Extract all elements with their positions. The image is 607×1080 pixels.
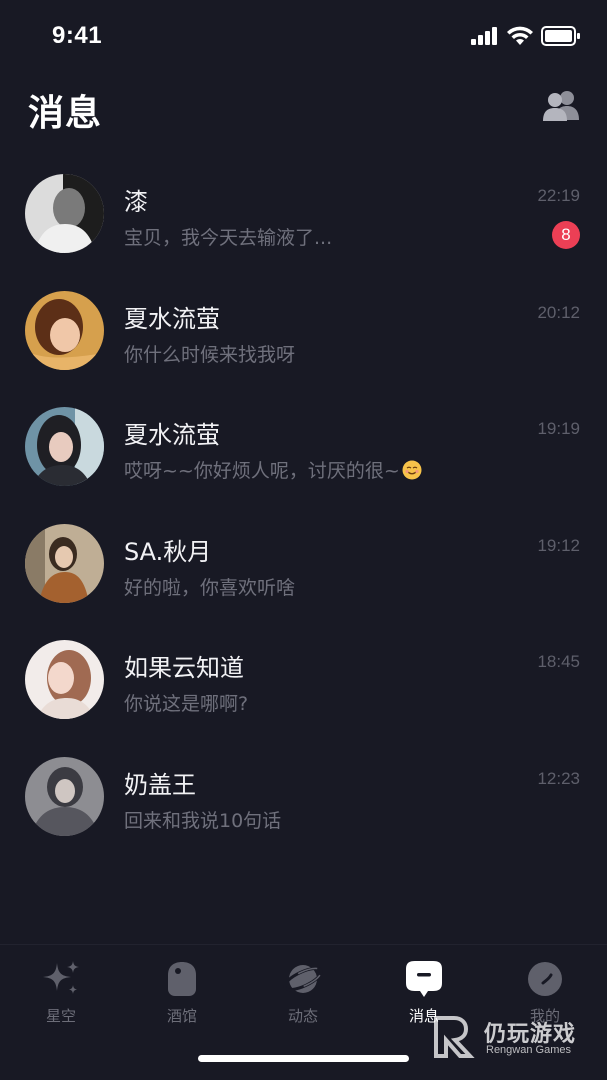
sparkle-icon: [43, 961, 79, 994]
conversation-time: 18:45: [537, 652, 580, 672]
tab-label: 星空: [45, 1007, 76, 1025]
conversation-preview: 回来和我说10句话: [124, 809, 282, 832]
conversation-item[interactable]: SA.秋月 好的啦，你喜欢听啥 19:12: [0, 505, 607, 622]
conversation-name: SA.秋月: [124, 537, 212, 566]
conversation-preview: 你说这是哪啊?: [124, 693, 249, 716]
tab-label: 酒馆: [166, 1007, 197, 1025]
tavern-icon: [168, 962, 196, 996]
conversation-item[interactable]: 夏水流萤 你什么时候来找我呀 20:12: [0, 272, 607, 389]
conversation-time: 12:23: [537, 768, 580, 788]
conversation-time: 20:12: [537, 302, 580, 322]
watermark: 仍玩游戏 Rengwan Games: [432, 1012, 602, 1062]
conversation-item[interactable]: 如果云知道 你说这是哪啊? 18:45: [0, 621, 607, 738]
tab-label: 动态: [287, 1007, 318, 1025]
conversation-name: 奶盖王: [124, 770, 196, 799]
conversation-name: 漆: [124, 188, 148, 216]
battery-icon: [541, 26, 580, 46]
avatar[interactable]: [25, 640, 104, 720]
unread-badge: 8: [552, 221, 580, 249]
home-indicator: [198, 1055, 409, 1062]
avatar[interactable]: [25, 756, 104, 836]
tab-xingkong[interactable]: 星空: [21, 957, 101, 1037]
avatar[interactable]: [25, 523, 104, 603]
avatar[interactable]: [25, 407, 104, 487]
profile-icon: [528, 962, 562, 996]
conversation-preview: 好的啦，你喜欢听啥: [124, 576, 296, 599]
header: 消息: [0, 80, 607, 140]
page-title: 消息: [28, 93, 103, 134]
conversation-item[interactable]: 漆 宝贝，我今天去输液了... 22:19 8: [0, 155, 607, 272]
message-icon: [406, 961, 442, 997]
conversation-preview: 宝贝，我今天去输液了...: [124, 227, 333, 249]
wifi-icon: [507, 26, 533, 45]
conversation-preview: 哎呀~~你好烦人呢，讨厌的很~: [124, 456, 422, 483]
people-icon: [543, 91, 579, 121]
conversation-item[interactable]: 奶盖王 回来和我说10句话 12:23: [0, 738, 607, 855]
conversation-name: 夏水流萤: [124, 304, 220, 333]
watermark-logo-icon: [434, 1016, 475, 1058]
conversation-name: 夏水流萤: [124, 421, 220, 450]
watermark-subtext: Rengwan Games: [486, 1044, 571, 1056]
tab-dongtai[interactable]: 动态: [263, 957, 343, 1037]
status-bar: 9:41: [0, 0, 607, 70]
smiling-face-icon: [402, 460, 422, 480]
conversation-time: 19:19: [537, 419, 580, 439]
conversation-item[interactable]: 夏水流萤 哎呀~~你好烦人呢，讨厌的很~ 19:19: [0, 388, 607, 505]
status-icons: [471, 26, 581, 46]
conversation-list: 漆 宝贝，我今天去输液了... 22:19 8 夏水流萤 你什么时候来找我呀 2…: [0, 155, 607, 855]
conversation-preview: 你什么时候来找我呀: [124, 343, 296, 366]
signal-icon: [471, 27, 497, 45]
conversation-time: 19:12: [537, 535, 580, 555]
conversation-name: 如果云知道: [124, 654, 244, 683]
contacts-button[interactable]: [541, 88, 581, 124]
conversation-time: 22:19: [537, 186, 580, 205]
avatar[interactable]: [25, 290, 104, 370]
planet-icon: [283, 965, 323, 993]
status-time: 9:41: [52, 22, 103, 49]
avatar[interactable]: [25, 174, 104, 253]
conversation-preview-text: 哎呀~~你好烦人呢，讨厌的很~: [124, 460, 400, 483]
tab-jiuguan[interactable]: 酒馆: [142, 957, 222, 1037]
